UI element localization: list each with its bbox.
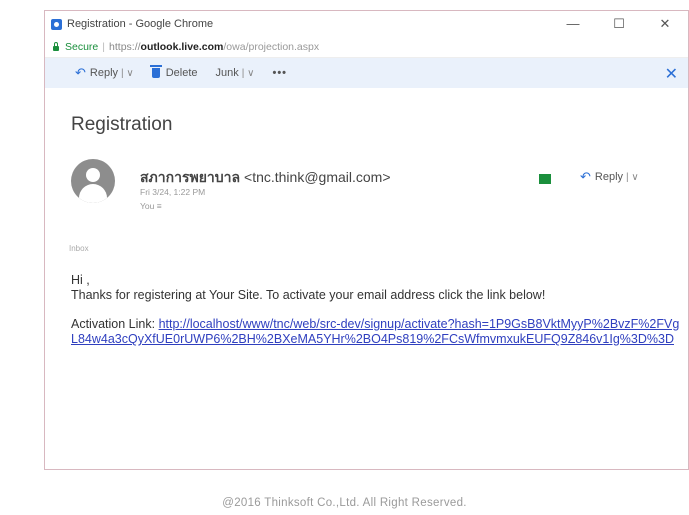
junk-label: Junk bbox=[215, 67, 239, 79]
avatar-head-icon bbox=[86, 168, 100, 182]
sender-line[interactable]: สภาการพยาบาล <tnc.think@gmail.com> bbox=[140, 167, 391, 189]
window-controls: — ☐ ✕ bbox=[550, 16, 688, 32]
reply-arrow-icon: ↶ bbox=[580, 169, 591, 184]
url-path: /owa/projection.aspx bbox=[223, 41, 320, 53]
address-separator: | bbox=[102, 41, 106, 53]
reply-button[interactable]: ↶ Reply | ∨ bbox=[580, 169, 639, 185]
chevron-down-icon[interactable]: | ∨ bbox=[242, 68, 255, 79]
avatar-body-icon bbox=[79, 184, 107, 203]
address-bar[interactable]: Secure | https:// outlook.live.com /owa/… bbox=[45, 37, 688, 58]
url-domain: outlook.live.com bbox=[140, 41, 224, 53]
delete-button[interactable]: Delete bbox=[149, 65, 198, 79]
browser-window: Registration - Google Chrome — ☐ ✕ Secur… bbox=[44, 10, 689, 470]
green-category-icon[interactable] bbox=[539, 174, 551, 184]
message-date: Fri 3/24, 1:22 PM bbox=[140, 187, 206, 197]
window-title: Registration - Google Chrome bbox=[67, 18, 214, 30]
footer-copyright: @2016 Thinksoft Co.,Ltd. All Right Reser… bbox=[222, 497, 467, 509]
secure-label: Secure bbox=[65, 41, 99, 53]
reply-toolbar-label: Reply bbox=[89, 67, 119, 79]
junk-button[interactable]: Junk | ∨ bbox=[216, 67, 255, 79]
reply-label: Reply bbox=[594, 171, 624, 183]
chevron-down-icon[interactable]: | ∨ bbox=[121, 68, 134, 79]
reply-toolbar-button[interactable]: ↶ Reply | ∨ bbox=[75, 65, 134, 81]
greeting-text: Hi , bbox=[71, 273, 90, 287]
maximize-button[interactable]: ☐ bbox=[596, 16, 642, 32]
close-window-button[interactable]: ✕ bbox=[642, 16, 688, 32]
sender-avatar bbox=[71, 159, 115, 203]
title-bar: Registration - Google Chrome — ☐ ✕ bbox=[45, 11, 688, 37]
message-recipient[interactable]: You ≡ bbox=[140, 201, 162, 211]
reply-arrow-icon: ↶ bbox=[75, 65, 86, 80]
chrome-app-icon bbox=[51, 18, 62, 30]
mail-toolbar: ↶ Reply | ∨ Delete Junk | ∨ ••• ✕ bbox=[45, 58, 688, 88]
body-text: Thanks for registering at Your Site. To … bbox=[71, 288, 546, 302]
activation-link[interactable]: http://localhost/www/tnc/web/src-dev/sig… bbox=[71, 317, 679, 346]
url-protocol: https:// bbox=[109, 41, 141, 53]
activation-paragraph: Activation Link: http://localhost/www/tn… bbox=[71, 317, 681, 347]
lock-icon bbox=[53, 41, 59, 51]
close-icon[interactable]: ✕ bbox=[665, 64, 678, 84]
minimize-button[interactable]: — bbox=[550, 16, 596, 32]
sender-email: <tnc.think@gmail.com> bbox=[244, 169, 391, 185]
activation-label: Activation Link: bbox=[71, 317, 156, 331]
message-subject: Registration bbox=[71, 114, 173, 135]
trash-icon bbox=[149, 65, 162, 78]
more-icon: ••• bbox=[272, 67, 288, 79]
more-actions-button[interactable]: ••• bbox=[272, 67, 287, 79]
delete-label: Delete bbox=[165, 67, 198, 79]
sender-name: สภาการพยาบาล bbox=[140, 169, 241, 185]
message-body: Hi , Thanks for registering at Your Site… bbox=[71, 273, 681, 347]
folder-label: Inbox bbox=[69, 244, 89, 253]
chevron-down-icon[interactable]: | ∨ bbox=[626, 172, 639, 183]
